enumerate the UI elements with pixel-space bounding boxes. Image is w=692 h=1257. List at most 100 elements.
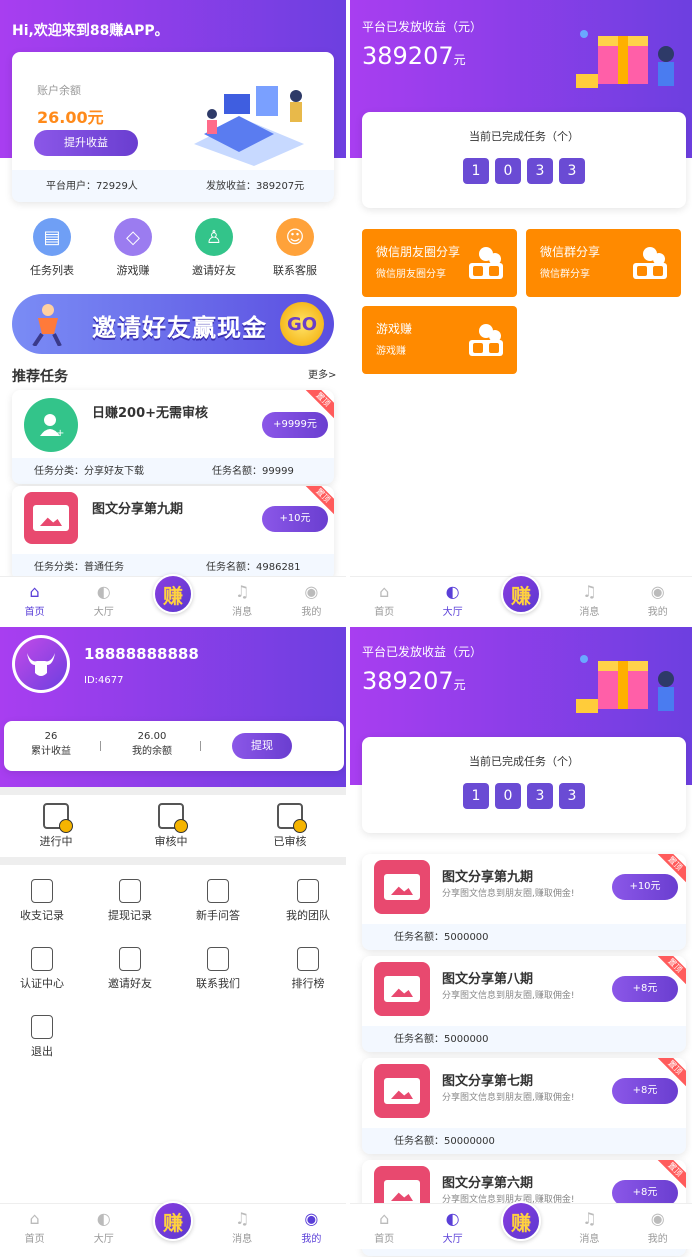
tab-msg[interactable]: ♫ 消息: [559, 1210, 619, 1246]
digit-row: 1033: [362, 158, 686, 184]
tab-msg[interactable]: ♫ 消息: [559, 583, 619, 619]
diamond-icon: ◇: [114, 218, 152, 256]
menu-label: 收支记录: [20, 909, 64, 922]
menu-label: 联系我们: [196, 977, 240, 990]
menu-label: 我的团队: [286, 909, 330, 922]
digit-box: 3: [559, 158, 585, 184]
status-item-1[interactable]: 审核中: [131, 803, 211, 849]
tab-mine[interactable]: ◉ 我的: [281, 583, 341, 619]
bell-icon: ♫: [234, 1209, 250, 1228]
status-item-2[interactable]: 已审核: [250, 803, 330, 849]
menu-item-1[interactable]: 提现记录: [90, 879, 170, 923]
menu-item-5[interactable]: 邀请好友: [90, 947, 170, 991]
task-title: 图文分享第七期: [442, 1074, 534, 1089]
status-item-0[interactable]: 进行中: [16, 803, 96, 849]
reward-button[interactable]: +10元: [612, 874, 678, 900]
tab-msg[interactable]: ♫ 消息: [212, 1209, 272, 1246]
my-balance: 26.00 我的余额: [124, 731, 180, 757]
go-badge[interactable]: GO: [280, 302, 324, 346]
quick-icon-1[interactable]: ◇ 游戏赚: [93, 218, 173, 278]
withdraw-button[interactable]: 提现: [232, 733, 292, 759]
tab-label: 大厅: [93, 607, 114, 618]
task-card[interactable]: 置顶 图文分享第八期 分享图文信息到朋友圈,赚取佣金! +8元 任务名额：5000000: [362, 956, 686, 1052]
menu-item-2[interactable]: 新手问答: [178, 879, 258, 923]
tab-home[interactable]: ⌂ 首页: [5, 1210, 65, 1246]
tab-hall[interactable]: ◐ 大厅: [74, 583, 134, 619]
tab-label: 首页: [374, 1234, 395, 1245]
digit-box: 3: [559, 783, 585, 809]
in-progress-icon: [43, 803, 73, 833]
avatar[interactable]: [12, 635, 70, 693]
contact-icon: [207, 947, 229, 971]
issued-label: 平台已发放收益（元）: [362, 645, 483, 659]
smile-icon: ☺: [276, 218, 314, 256]
divider: [200, 741, 201, 751]
reviewing-icon: [158, 803, 188, 833]
tab-mine[interactable]: ◉ 我的: [628, 583, 688, 619]
game-card[interactable]: 游戏赚 游戏赚: [362, 306, 517, 374]
hall-task-list-screen: 平台已发放收益（元） 389207元 当前已完成任务（个） 1033 置顶 图文分…: [350, 627, 692, 1257]
tab-bar: ⌂ 首页 ◐ 大厅 赚 ♫ 消息 ◉ 我的: [0, 1201, 346, 1249]
task-title: 图文分享第九期: [92, 502, 184, 517]
quick-icon-3[interactable]: ☺ 联系客服: [255, 218, 335, 278]
tab-earn[interactable]: 赚: [491, 574, 551, 618]
tab-home[interactable]: ⌂ 首页: [354, 1210, 414, 1246]
tab-mine[interactable]: ◉ 我的: [281, 1210, 341, 1246]
balance-value: 26.00元: [37, 108, 104, 127]
tab-earn[interactable]: 赚: [491, 1201, 551, 1245]
issued-number: 389207: [362, 667, 454, 695]
tab-hall[interactable]: ◐ 大厅: [423, 1210, 483, 1246]
tab-label: 大厅: [442, 607, 463, 618]
reward-button[interactable]: +8元: [612, 1078, 678, 1104]
task-card[interactable]: 置顶 图文分享第九期 分享图文信息到朋友圈,赚取佣金! +10元 任务名额：500000…: [362, 854, 686, 950]
reward-button[interactable]: +10元: [262, 506, 328, 532]
game-subtitle: 微信朋友圈分享: [376, 269, 446, 280]
boost-button[interactable]: 提升收益: [34, 130, 138, 156]
digit-box: 1: [463, 158, 489, 184]
tab-hall[interactable]: ◐ 大厅: [74, 1210, 134, 1246]
tab-mine[interactable]: ◉ 我的: [628, 1210, 688, 1246]
tab-earn[interactable]: 赚: [143, 1201, 203, 1245]
tab-home[interactable]: ⌂ 首页: [5, 583, 65, 619]
completed-label: 当前已完成任务（个）: [469, 755, 579, 768]
tab-label: 大厅: [442, 1234, 463, 1245]
task-card[interactable]: 置顶 图文分享第九期 +10元 任务分类：普通任务 任务名额：4986281: [12, 486, 334, 580]
earn-badge: 赚: [500, 1201, 541, 1241]
game-card[interactable]: 微信朋友圈分享 微信朋友圈分享: [362, 229, 517, 297]
gift-illustration: [576, 30, 674, 88]
quick-icon-2[interactable]: ♙ 邀请好友: [174, 218, 254, 278]
phone-number: 18888888888: [84, 645, 199, 663]
video-camera-icon: [633, 247, 669, 281]
quick-icon-0[interactable]: ▤ 任务列表: [12, 218, 92, 278]
tab-label: 我的: [301, 607, 322, 618]
invite-banner[interactable]: 邀请好友赢现金 GO: [12, 294, 334, 354]
bell-icon: ♫: [234, 582, 250, 601]
reward-button[interactable]: +9999元: [262, 412, 328, 438]
menu-item-4[interactable]: 认证中心: [2, 947, 82, 991]
more-link[interactable]: 更多>: [308, 366, 336, 381]
image-icon: [374, 860, 430, 914]
menu-item-8[interactable]: 退出: [2, 1015, 82, 1059]
issued-label: 平台已发放收益（元）: [362, 20, 483, 34]
balance-card: 账户余额 26.00元 提升收益 平台用户：72929人 发放收益：389207…: [12, 52, 334, 202]
task-card[interactable]: 置顶 + 日赚200+无需审核 +9999元 任务分类：分享好友下载 任务名额：…: [12, 390, 334, 484]
tab-msg[interactable]: ♫ 消息: [212, 582, 272, 619]
ranking-icon: [297, 947, 319, 971]
menu-item-0[interactable]: 收支记录: [2, 879, 82, 923]
balance-label: 账户余额: [37, 84, 81, 97]
menu-item-3[interactable]: 我的团队: [268, 879, 346, 923]
tab-home[interactable]: ⌂ 首页: [354, 583, 414, 619]
task-quota: 任务名额：4986281: [206, 562, 301, 573]
menu-item-7[interactable]: 排行榜: [268, 947, 346, 991]
tab-hall[interactable]: ◐ 大厅: [423, 583, 483, 619]
menu-label: 邀请好友: [108, 977, 152, 990]
task-card[interactable]: 置顶 图文分享第七期 分享图文信息到朋友圈,赚取佣金! +8元 任务名额：5000000…: [362, 1058, 686, 1154]
game-card[interactable]: 微信群分享 微信群分享: [526, 229, 681, 297]
tab-earn[interactable]: 赚: [143, 574, 203, 618]
task-desc: 分享图文信息到朋友圈,赚取佣金!: [442, 889, 575, 899]
game-title: 游戏赚: [376, 322, 413, 336]
reward-button[interactable]: +8元: [612, 976, 678, 1002]
menu-item-6[interactable]: 联系我们: [178, 947, 258, 991]
menu-label: 排行榜: [291, 977, 325, 990]
completed-card: 当前已完成任务（个） 1033: [362, 737, 686, 833]
